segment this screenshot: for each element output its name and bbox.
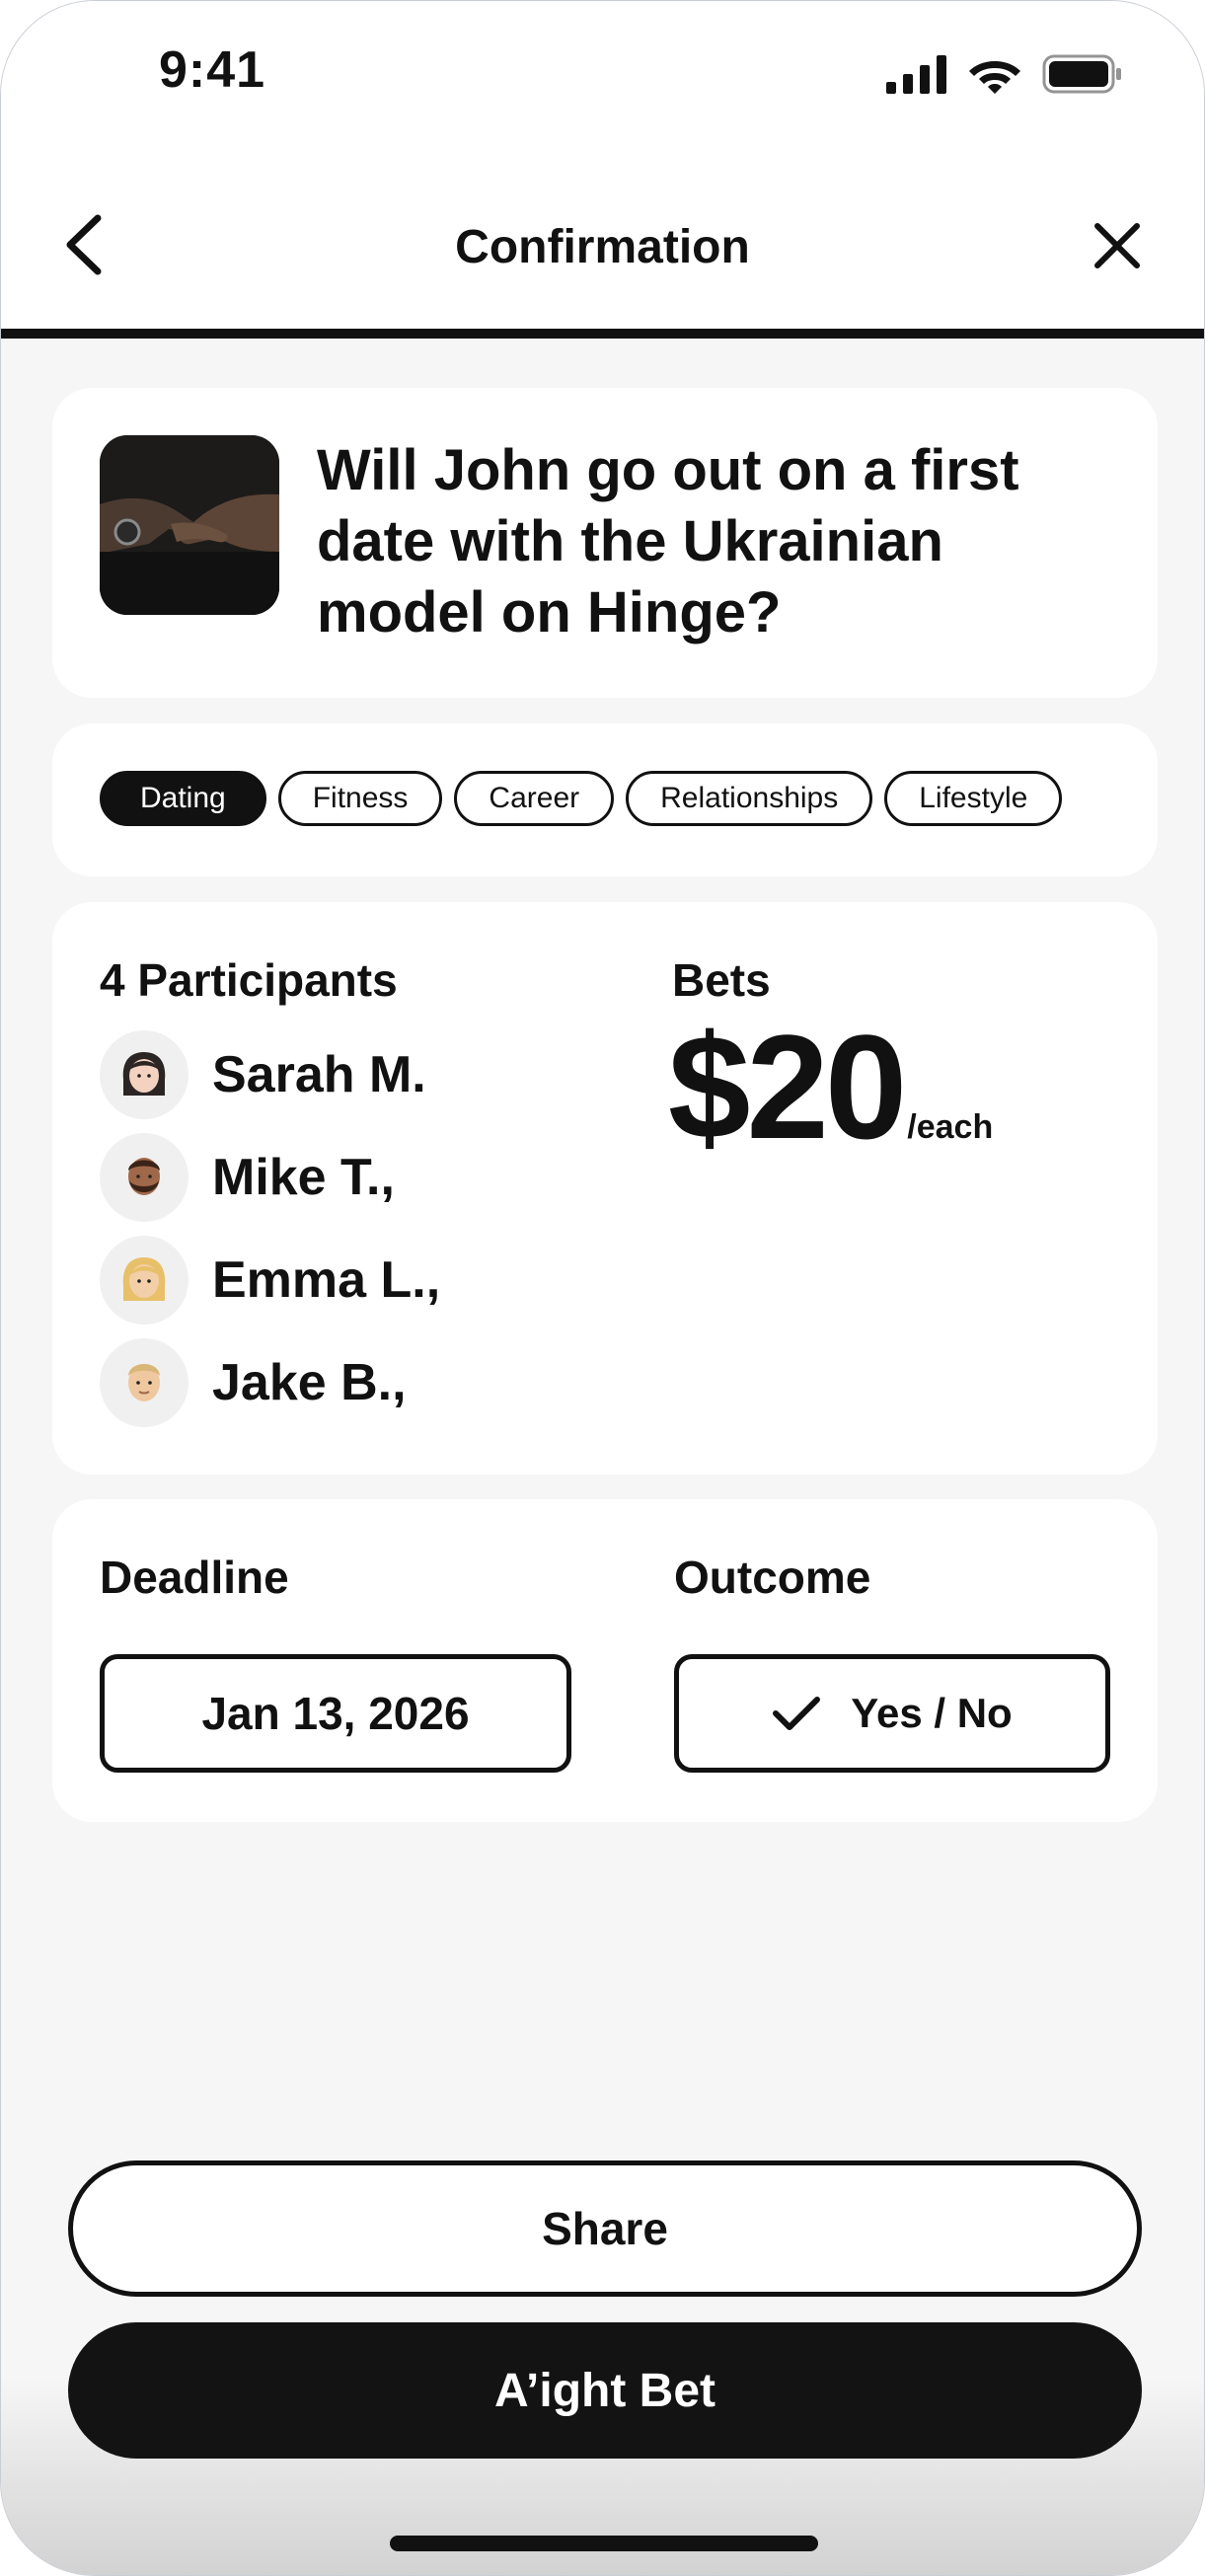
bet-thumbnail bbox=[100, 435, 279, 615]
share-button[interactable]: Share bbox=[68, 2160, 1142, 2297]
participant-name: Jake B., bbox=[212, 1354, 407, 1411]
bet-unit: /each bbox=[907, 1108, 994, 1146]
bet-amount: $20 bbox=[668, 1004, 907, 1170]
deadline-field[interactable]: Jan 13, 2026 bbox=[100, 1654, 571, 1773]
participant-row: Emma L., bbox=[100, 1236, 440, 1325]
participant-row: Jake B., bbox=[100, 1338, 440, 1427]
bets-title: Bets bbox=[672, 954, 771, 1006]
bet-question-card: Will John go out on a first date with th… bbox=[52, 388, 1158, 698]
woman-dark-hair-avatar bbox=[100, 1030, 188, 1119]
man-beard-avatar bbox=[100, 1133, 188, 1222]
participant-row: Mike T., bbox=[100, 1133, 440, 1222]
share-button-label: Share bbox=[542, 2203, 668, 2254]
participant-name: Sarah M. bbox=[212, 1046, 426, 1103]
participant-row: Sarah M. bbox=[100, 1030, 440, 1119]
tag-relationships[interactable]: Relationships bbox=[626, 771, 873, 826]
tag-fitness[interactable]: Fitness bbox=[277, 771, 443, 826]
checkmark-icon bbox=[773, 1697, 821, 1730]
category-card: Dating Fitness Career Relationships Life… bbox=[52, 723, 1158, 876]
page-title: Confirmation bbox=[455, 221, 750, 273]
outcome-label: Outcome bbox=[674, 1552, 871, 1603]
home-indicator bbox=[390, 2536, 818, 2551]
participant-name: Emma L., bbox=[212, 1251, 441, 1309]
participants-list: Sarah M. Mike T., Emma L., Jake B., bbox=[100, 1030, 440, 1441]
confirm-bet-button[interactable]: A’ight Bet bbox=[68, 2322, 1142, 2459]
outcome-field[interactable]: Yes / No bbox=[674, 1654, 1110, 1773]
status-icons bbox=[886, 50, 1123, 98]
close-icon[interactable] bbox=[1090, 218, 1145, 273]
outcome-value: Yes / No bbox=[851, 1690, 1013, 1736]
deadline-value: Jan 13, 2026 bbox=[201, 1688, 470, 1739]
category-tags: Dating Fitness Career Relationships Life… bbox=[100, 771, 1063, 826]
bets-amount-group: $20 /each bbox=[668, 1013, 993, 1161]
tag-career[interactable]: Career bbox=[454, 771, 615, 826]
tag-dating[interactable]: Dating bbox=[100, 771, 266, 826]
handshake-photo bbox=[100, 435, 279, 615]
status-bar: 9:41 bbox=[1, 1, 1204, 149]
battery-icon bbox=[1042, 54, 1121, 94]
signal-icon bbox=[886, 55, 946, 94]
confirm-button-label: A’ight Bet bbox=[494, 2364, 715, 2417]
status-time: 9:41 bbox=[159, 41, 266, 99]
bet-question: Will John go out on a first date with th… bbox=[317, 438, 1019, 644]
deadline-outcome-card: Deadline Outcome Jan 13, 2026 Yes / No bbox=[52, 1499, 1158, 1822]
man-blonde-avatar bbox=[100, 1338, 188, 1427]
participants-title: 4 Participants bbox=[100, 954, 398, 1006]
participant-name: Mike T., bbox=[212, 1149, 395, 1206]
phone-frame: 9:41 Confirmation Will John go out on a … bbox=[0, 0, 1205, 2576]
woman-blonde-avatar bbox=[100, 1236, 188, 1325]
tag-lifestyle[interactable]: Lifestyle bbox=[884, 771, 1063, 826]
participants-card: 4 Participants Sarah M. Mike T., Emma L.… bbox=[52, 902, 1158, 1475]
deadline-label: Deadline bbox=[100, 1552, 289, 1603]
wifi-icon bbox=[969, 61, 1020, 94]
nav-header: Confirmation bbox=[1, 149, 1204, 339]
